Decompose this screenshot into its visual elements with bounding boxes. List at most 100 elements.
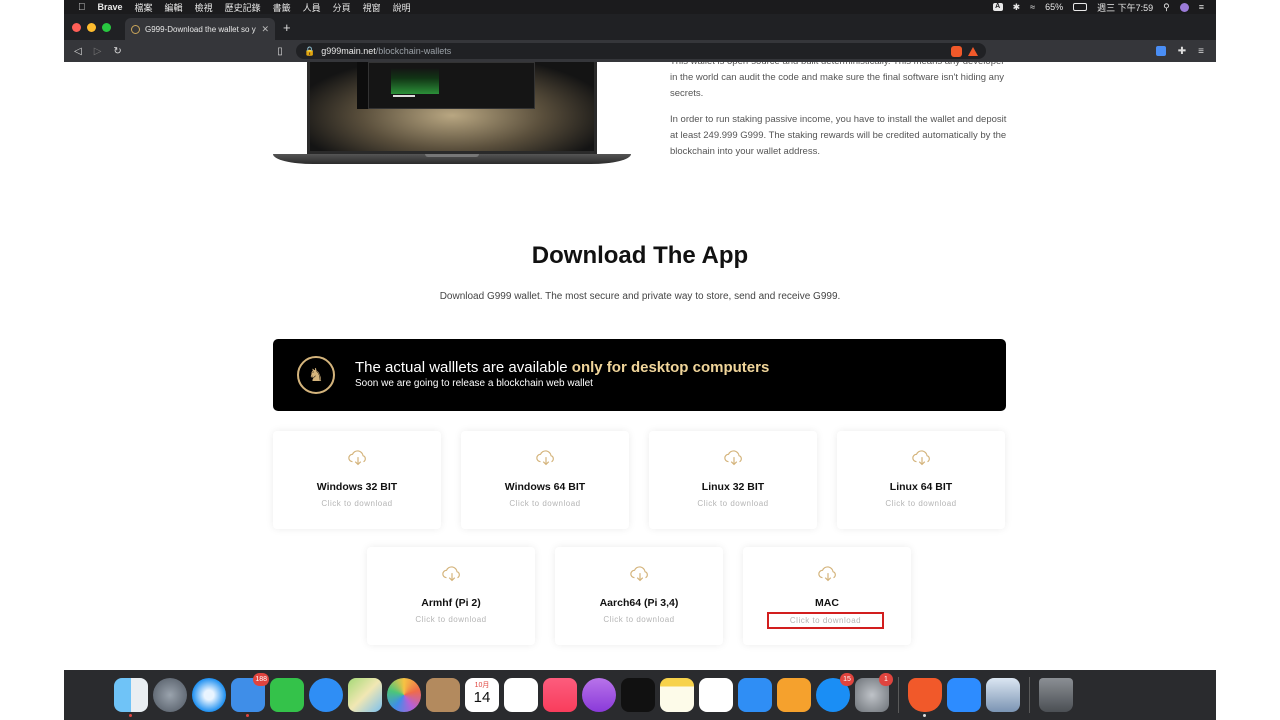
browser-toolbar: ◁ ▷ ↻ ▯ 🔒 g999main.net/blockchain-wallet… [64,40,1216,62]
menu-view[interactable]: 檢視 [195,1,213,14]
podcasts-icon[interactable] [582,678,616,712]
pages-icon[interactable] [777,678,811,712]
input-source-icon[interactable]: A [992,3,1003,11]
open-source-paragraph: This wallet is open-source and built det… [670,62,1004,99]
notes-icon[interactable] [660,678,694,712]
close-window-button[interactable] [72,22,81,32]
card-title: Linux 32 BIT [701,481,765,493]
click-to-download-link[interactable]: Click to download [367,615,535,624]
spotlight-search-icon[interactable]: ⚲ [1163,2,1170,13]
zoom-icon[interactable] [947,678,981,712]
mail-icon[interactable]: 188 [231,673,269,717]
extensions-icon[interactable]: ✚ [1178,46,1186,57]
menu-window[interactable]: 視窗 [363,1,381,14]
download-card-mac[interactable]: MAC Click to download [743,547,911,645]
click-to-download-link[interactable]: Click to download [555,615,723,624]
keynote-icon[interactable] [738,678,772,712]
card-title: Windows 32 BIT [316,481,398,493]
banner-headline: The actual walllets are available only f… [355,359,769,376]
menu-file[interactable]: 檔案 [135,1,153,14]
download-card-armhf[interactable]: Armhf (Pi 2) Click to download [367,547,535,645]
cloud-download-icon [818,566,836,582]
bluetooth-icon[interactable]: ✱ [1013,2,1021,13]
siri-icon[interactable] [1179,2,1189,12]
appstore-icon[interactable]: 15 [816,673,854,712]
zoom-window-button[interactable] [102,22,111,32]
tab-active[interactable]: G999-Download the wallet so y ✕ [125,18,275,40]
banner-headline-plain: The actual walllets are available [355,359,568,376]
click-to-download-link-mac[interactable]: Click to download [767,612,884,629]
download-card-linux-32[interactable]: Linux 32 BIT Click to download [649,431,817,529]
finder-icon[interactable] [114,678,148,717]
apple-icon[interactable]:  [78,2,86,13]
laptop-wallet-image [273,62,631,166]
settings-badge: 1 [879,673,893,686]
forward-icon[interactable]: ▷ [94,46,102,57]
clock[interactable]: 週三 下午7:59 [1097,1,1153,14]
translate-extension-icon[interactable] [1155,46,1166,56]
download-card-aarch64[interactable]: Aarch64 (Pi 3,4) Click to download [555,547,723,645]
web-page: This wallet is open-source and built det… [64,62,1216,670]
control-center-icon[interactable]: ≡ [1199,2,1204,12]
download-card-linux-64[interactable]: Linux 64 BIT Click to download [837,431,1005,529]
battery-percent[interactable]: 65% [1045,2,1063,12]
menu-bookmarks[interactable]: 書籤 [273,1,291,14]
calendar-icon[interactable]: 10月 14 [465,678,499,712]
contacts-icon[interactable] [426,678,460,712]
battery-icon[interactable] [1073,3,1088,11]
preview-icon[interactable] [986,678,1020,712]
menu-history[interactable]: 歷史記錄 [225,1,261,14]
click-to-download-link[interactable]: Click to download [461,499,629,508]
dock-separator [898,677,899,713]
card-title: Windows 64 BIT [504,481,586,493]
trash-icon[interactable] [1039,678,1073,712]
tab-favicon-icon [131,24,140,34]
maps-icon[interactable] [348,678,382,712]
menu-people[interactable]: 人員 [303,1,321,14]
dock-separator [1029,677,1030,713]
card-title: Aarch64 (Pi 3,4) [599,597,679,609]
photos-icon[interactable] [387,678,421,712]
new-tab-button[interactable]: + [283,20,291,35]
reminders-icon[interactable] [504,678,538,712]
menu-tab[interactable]: 分頁 [333,1,351,14]
tv-icon[interactable] [621,678,655,712]
safari-icon[interactable] [192,678,226,712]
click-to-download-link[interactable]: Click to download [837,499,1005,508]
address-bar[interactable]: 🔒 g999main.net/blockchain-wallets [296,43,986,59]
facetime-icon[interactable] [270,678,304,712]
music-icon[interactable] [543,678,577,712]
launchpad-icon[interactable] [153,678,187,712]
menu-edit[interactable]: 編輯 [165,1,183,14]
reload-icon[interactable]: ↻ [113,46,121,57]
brave-icon[interactable] [908,678,942,717]
dock: 188 10月 14 15 1 [64,670,1216,720]
click-to-download-link[interactable]: Click to download [273,499,441,508]
back-icon[interactable]: ◁ [74,46,82,57]
messages-icon[interactable] [309,678,343,712]
tab-bar: G999-Download the wallet so y ✕ + [64,14,1216,40]
numbers-icon[interactable] [699,678,733,712]
browser-menu-icon[interactable]: ≡ [1198,46,1204,57]
settings-icon[interactable]: 1 [855,673,893,712]
click-to-download-link[interactable]: Click to download [649,499,817,508]
mail-badge: 188 [253,673,269,686]
brave-shields-icon[interactable] [951,45,962,57]
download-card-windows-32[interactable]: Windows 32 BIT Click to download [273,431,441,529]
brave-rewards-icon[interactable] [968,46,978,56]
lock-icon[interactable]: 🔒 [304,46,315,57]
desktop-only-banner: ♞ The actual walllets are available only… [273,339,1006,411]
screen:  Brave 檔案 編輯 檢視 歷史記錄 書籤 人員 分頁 視窗 說明 A ✱… [0,0,1280,720]
minimize-window-button[interactable] [87,22,96,32]
menu-app-name[interactable]: Brave [98,2,123,12]
wifi-icon[interactable]: ≈ [1030,2,1035,12]
cloud-download-icon [536,450,554,466]
menu-help[interactable]: 說明 [393,1,411,14]
card-title: Armhf (Pi 2) [421,597,481,609]
banner-subline: Soon we are going to release a blockchai… [355,378,593,389]
bookmark-icon[interactable]: ▯ [270,46,290,57]
page-title: Download The App [531,242,749,269]
download-card-windows-64[interactable]: Windows 64 BIT Click to download [461,431,629,529]
close-tab-icon[interactable]: ✕ [261,24,269,35]
window-controls [64,22,111,32]
